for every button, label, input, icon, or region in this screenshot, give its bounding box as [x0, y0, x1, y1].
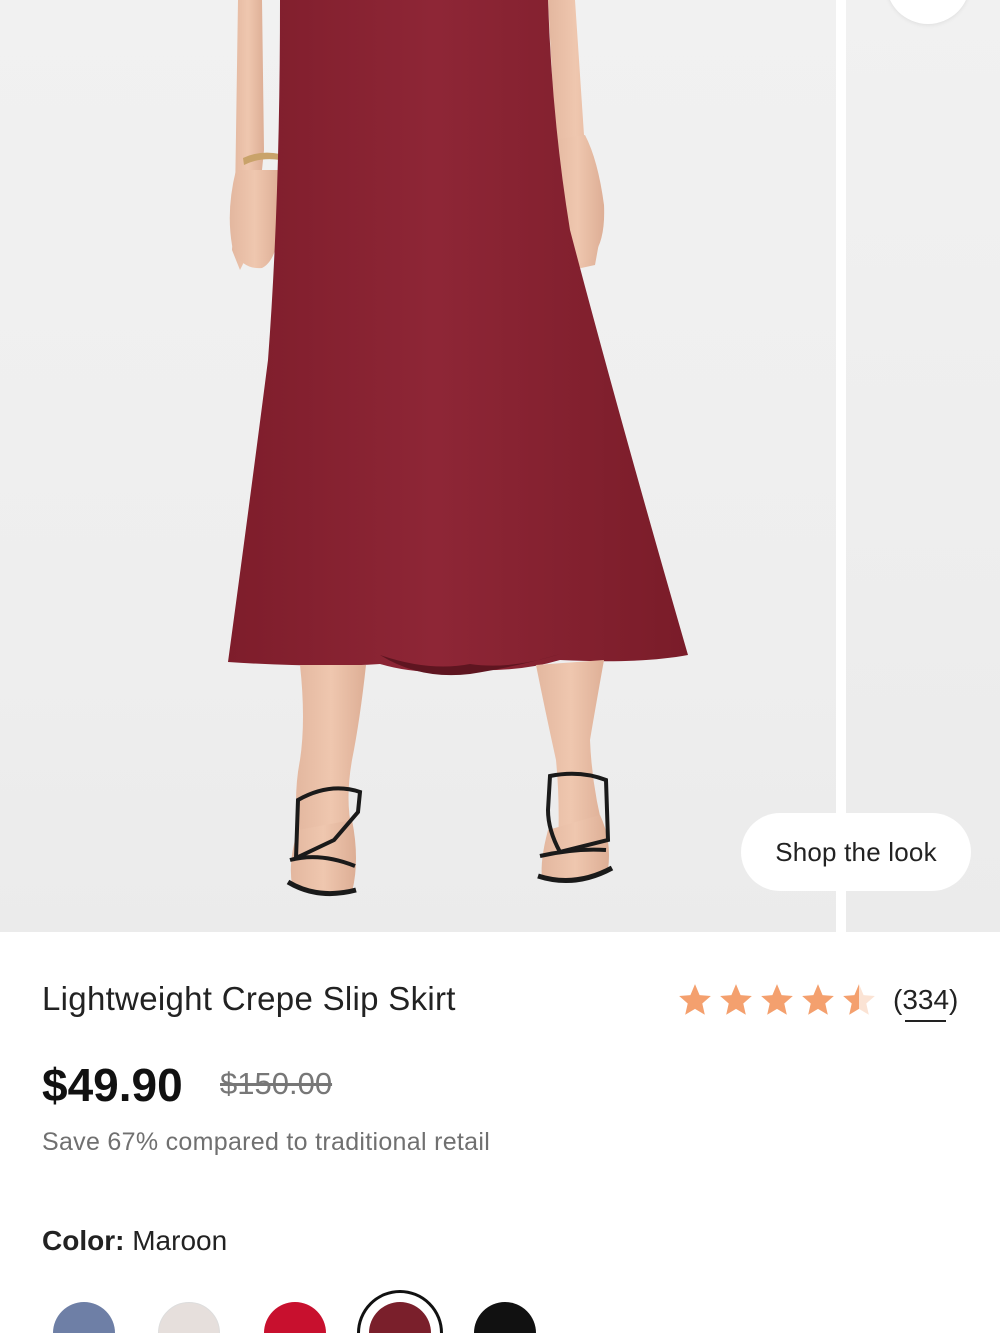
star-half-icon [843, 984, 875, 1015]
star-full-icon [720, 984, 752, 1015]
color-value: Maroon [132, 1225, 228, 1256]
product-rating[interactable]: (334) [676, 978, 958, 1022]
star-full-icon [679, 984, 711, 1015]
swatch-red[interactable] [264, 1302, 326, 1333]
swatch-slate-blue[interactable] [53, 1302, 115, 1333]
rating-stars [676, 981, 881, 1019]
shop-the-look-button[interactable]: Shop the look [741, 813, 971, 891]
star-full-icon [802, 984, 834, 1015]
review-count-underline [905, 1020, 947, 1022]
star-full-icon [761, 984, 793, 1015]
gallery-divider [836, 0, 846, 932]
original-price: $150.00 [220, 1066, 333, 1101]
savings-text: Save 67% compared to traditional retail [42, 1128, 491, 1156]
product-image-gallery[interactable]: Shop the look [0, 0, 1000, 932]
current-price: $49.90 [42, 1059, 183, 1111]
review-count-label: (334) [893, 984, 959, 1015]
color-label: Color: [42, 1225, 125, 1256]
color-selection-label: Color: Maroon [42, 1225, 227, 1257]
swatch-black[interactable] [474, 1302, 536, 1333]
product-photo-next-peek[interactable] [846, 0, 1000, 932]
review-count-link[interactable]: (334) [893, 984, 959, 1022]
swatch-floral-print[interactable] [158, 1302, 220, 1333]
product-title: Lightweight Crepe Slip Skirt [42, 980, 456, 1017]
product-photo-main[interactable] [0, 0, 836, 932]
color-swatches [0, 1290, 1000, 1333]
model-skirt-illustration [228, 0, 688, 897]
